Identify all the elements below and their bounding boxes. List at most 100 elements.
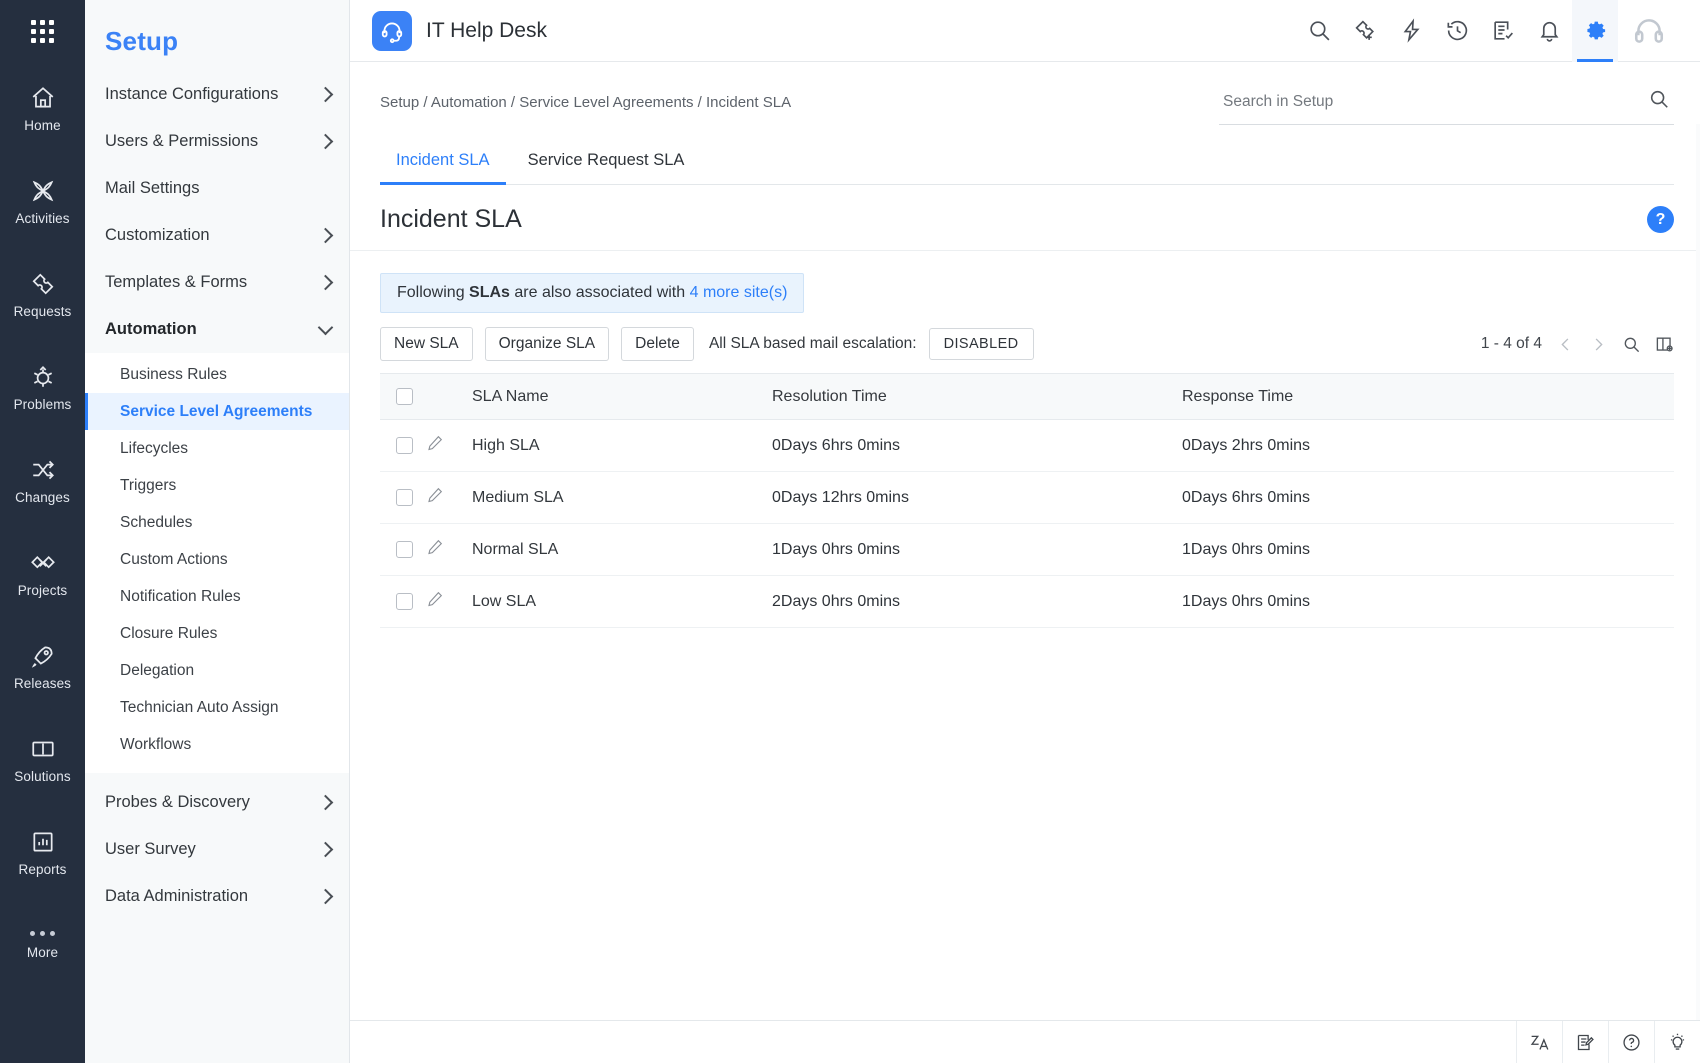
app-grid-icon[interactable] [0,0,85,62]
cell-sla-name[interactable]: Normal SLA [472,524,772,576]
search-icon[interactable] [1648,88,1670,115]
setup-search[interactable] [1219,88,1674,125]
sidebar-group-templates-forms[interactable]: Templates & Forms [85,259,349,306]
rail-item-projects[interactable]: Projects [0,527,85,620]
projects-icon [30,550,56,576]
table-row[interactable]: Normal SLA 1Days 0hrs 0mins 1Days 0hrs 0… [380,524,1674,576]
chevron-down-icon [318,320,334,336]
mail-escalation-toggle[interactable]: DISABLED [929,328,1034,360]
table-row[interactable]: High SLA 0Days 6hrs 0mins 0Days 2hrs 0mi… [380,420,1674,472]
cell-resolution-time: 2Days 0hrs 0mins [772,576,1182,628]
pencil-icon[interactable] [426,486,444,504]
sidebar-group-label: User Survey [105,840,196,859]
search-icon[interactable] [1296,0,1342,62]
gear-icon[interactable] [1572,0,1618,62]
sidebar-item-schedules[interactable]: Schedules [85,504,349,541]
tab-label: Incident SLA [396,151,490,169]
sidebar-item-workflows[interactable]: Workflows [85,726,349,763]
tab-label: Service Request SLA [528,151,685,169]
history-icon[interactable] [1434,0,1480,62]
table-row[interactable]: Low SLA 2Days 0hrs 0mins 1Days 0hrs 0min… [380,576,1674,628]
select-all-checkbox[interactable] [396,388,413,405]
column-header-sla-name[interactable]: SLA Name [472,374,772,420]
sidebar-group-label: Data Administration [105,887,248,906]
translate-icon[interactable] [1516,1021,1562,1063]
sidebar-group-probes-discovery[interactable]: Probes & Discovery [85,779,349,826]
rocket-icon [30,643,56,669]
help-circle-icon[interactable] [1608,1021,1654,1063]
row-checkbox[interactable] [396,593,413,610]
rail-item-requests[interactable]: Requests [0,248,85,341]
table-search-icon[interactable] [1621,334,1641,354]
chevron-right-icon [318,87,334,103]
sidebar-item-triggers[interactable]: Triggers [85,467,349,504]
bell-icon[interactable] [1526,0,1572,62]
column-settings-icon[interactable] [1654,334,1674,354]
sidebar-item-business-rules[interactable]: Business Rules [85,356,349,393]
tab-incident-sla[interactable]: Incident SLA [380,141,506,185]
cell-response-time: 1Days 0hrs 0mins [1182,576,1674,628]
rail-item-changes[interactable]: Changes [0,434,85,527]
edit-note-icon[interactable] [1562,1021,1608,1063]
rail-label-requests: Requests [14,304,72,319]
organize-sla-button[interactable]: Organize SLA [485,327,610,361]
rail-item-activities[interactable]: Activities [0,155,85,248]
flash-icon[interactable] [1388,0,1434,62]
new-ticket-icon[interactable] [1342,0,1388,62]
sidebar-group-data-administration[interactable]: Data Administration [85,873,349,920]
table-row[interactable]: Medium SLA 0Days 12hrs 0mins 0Days 6hrs … [380,472,1674,524]
app-root: Home Activities Requests Problems Change [0,0,1700,1063]
sidebar-item-custom-actions[interactable]: Custom Actions [85,541,349,578]
pencil-icon[interactable] [426,434,444,452]
task-list-icon[interactable] [1480,0,1526,62]
rail-item-solutions[interactable]: Solutions [0,713,85,806]
notice-prefix: Following [397,284,469,301]
cell-sla-name[interactable]: Medium SLA [472,472,772,524]
cell-sla-name[interactable]: Low SLA [472,576,772,628]
rail-item-problems[interactable]: Problems [0,341,85,434]
row-checkbox[interactable] [396,541,413,558]
sidebar-item-service-level-agreements[interactable]: Service Level Agreements [85,393,349,430]
row-edit-cell [426,472,472,524]
sidebar-group-automation[interactable]: Automation [85,306,349,353]
app-grid-dots [31,20,54,43]
scrollbar-track[interactable] [1696,124,1700,1020]
sidebar-group-instance-configurations[interactable]: Instance Configurations [85,71,349,118]
sidebar-item-closure-rules[interactable]: Closure Rules [85,615,349,652]
rail-item-releases[interactable]: Releases [0,620,85,713]
sidebar-item-delegation[interactable]: Delegation [85,652,349,689]
sidebar-item-technician-auto-assign[interactable]: Technician Auto Assign [85,689,349,726]
sidebar-group-user-survey[interactable]: User Survey [85,826,349,873]
chevron-left-icon[interactable] [1555,334,1575,354]
cell-resolution-time: 0Days 6hrs 0mins [772,420,1182,472]
chevron-right-icon [318,228,334,244]
delete-button[interactable]: Delete [621,327,694,361]
row-checkbox[interactable] [396,489,413,506]
pencil-icon[interactable] [426,590,444,608]
column-header-response-time[interactable]: Response Time [1182,374,1674,420]
sidebar-group-mail-settings[interactable]: Mail Settings [85,165,349,212]
sidebar-group-customization[interactable]: Customization [85,212,349,259]
sidebar-item-notification-rules[interactable]: Notification Rules [85,578,349,615]
rail-item-more[interactable]: More [0,899,85,992]
search-input[interactable] [1223,93,1623,111]
home-icon [30,85,56,111]
row-checkbox[interactable] [396,437,413,454]
rail-item-reports[interactable]: Reports [0,806,85,899]
user-avatar-icon[interactable] [1618,0,1680,62]
cell-sla-name[interactable]: High SLA [472,420,772,472]
help-button[interactable]: ? [1647,206,1674,233]
column-header-resolution-time[interactable]: Resolution Time [772,374,1182,420]
sidebar-group-users-permissions[interactable]: Users & Permissions [85,118,349,165]
more-sites-link[interactable]: 4 more site(s) [690,284,788,301]
pencil-icon[interactable] [426,538,444,556]
pagination-controls: 1 - 4 of 4 [1481,334,1674,354]
rail-item-home[interactable]: Home [0,62,85,155]
tab-service-request-sla[interactable]: Service Request SLA [512,141,701,185]
new-sla-button[interactable]: New SLA [380,327,473,361]
bottom-bar [350,1020,1700,1063]
chevron-right-icon[interactable] [1588,334,1608,354]
sidebar-item-lifecycles[interactable]: Lifecycles [85,430,349,467]
brand[interactable]: IT Help Desk [372,11,547,51]
lightbulb-icon[interactable] [1654,1021,1700,1063]
